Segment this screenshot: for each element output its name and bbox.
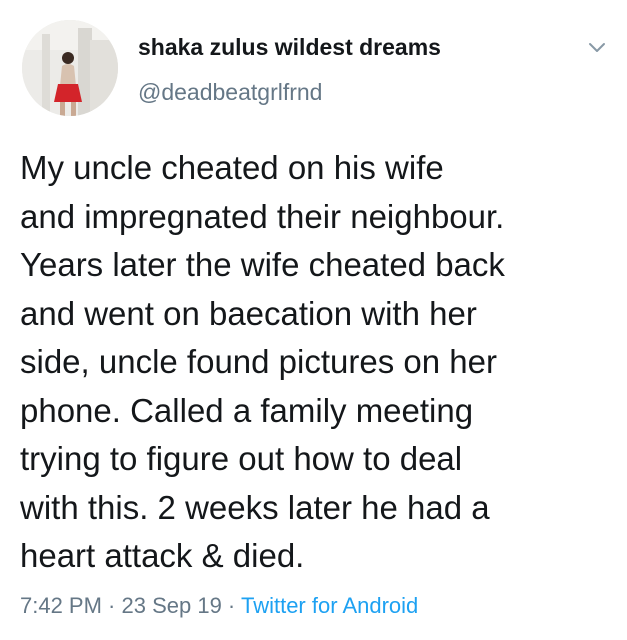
tweet-date[interactable]: 23 Sep 19 bbox=[122, 593, 222, 618]
tweet-text: My uncle cheated on his wife and impregn… bbox=[20, 144, 610, 581]
tweet-text-line: with this. 2 weeks later he had a bbox=[20, 488, 490, 526]
tweet-text-line: My uncle cheated on his wife bbox=[20, 149, 444, 186]
tweet-text-line: heart attack & died. bbox=[20, 537, 305, 574]
tweet-card: shaka zulus wildest dreams @deadbeatgrlf… bbox=[0, 0, 627, 640]
profile-photo-icon bbox=[22, 20, 118, 116]
tweet-source-link[interactable]: Twitter for Android bbox=[241, 593, 418, 618]
chevron-down-icon[interactable] bbox=[585, 36, 609, 60]
tweet-text-line: and impregnated their neighbour. bbox=[20, 197, 505, 235]
meta-separator: · bbox=[221, 593, 241, 618]
tweet-text-line: side, uncle found pictures on her bbox=[20, 343, 497, 380]
tweet-time[interactable]: 7:42 PM bbox=[20, 593, 102, 618]
meta-separator: · bbox=[101, 593, 122, 618]
display-name[interactable]: shaka zulus wildest dreams bbox=[138, 34, 441, 61]
user-handle[interactable]: @deadbeatgrlfrnd bbox=[138, 79, 322, 106]
tweet-meta: 7:42 PM · 23 Sep 19 · Twitter for Androi… bbox=[20, 593, 418, 619]
avatar[interactable] bbox=[22, 20, 118, 116]
tweet-text-line: and went on baecation with her bbox=[20, 294, 477, 332]
tweet-text-line: phone. Called a family meeting bbox=[20, 391, 474, 429]
tweet-text-line: Years later the wife cheated back bbox=[20, 246, 505, 283]
tweet-text-line: trying to figure out how to deal bbox=[20, 440, 463, 477]
